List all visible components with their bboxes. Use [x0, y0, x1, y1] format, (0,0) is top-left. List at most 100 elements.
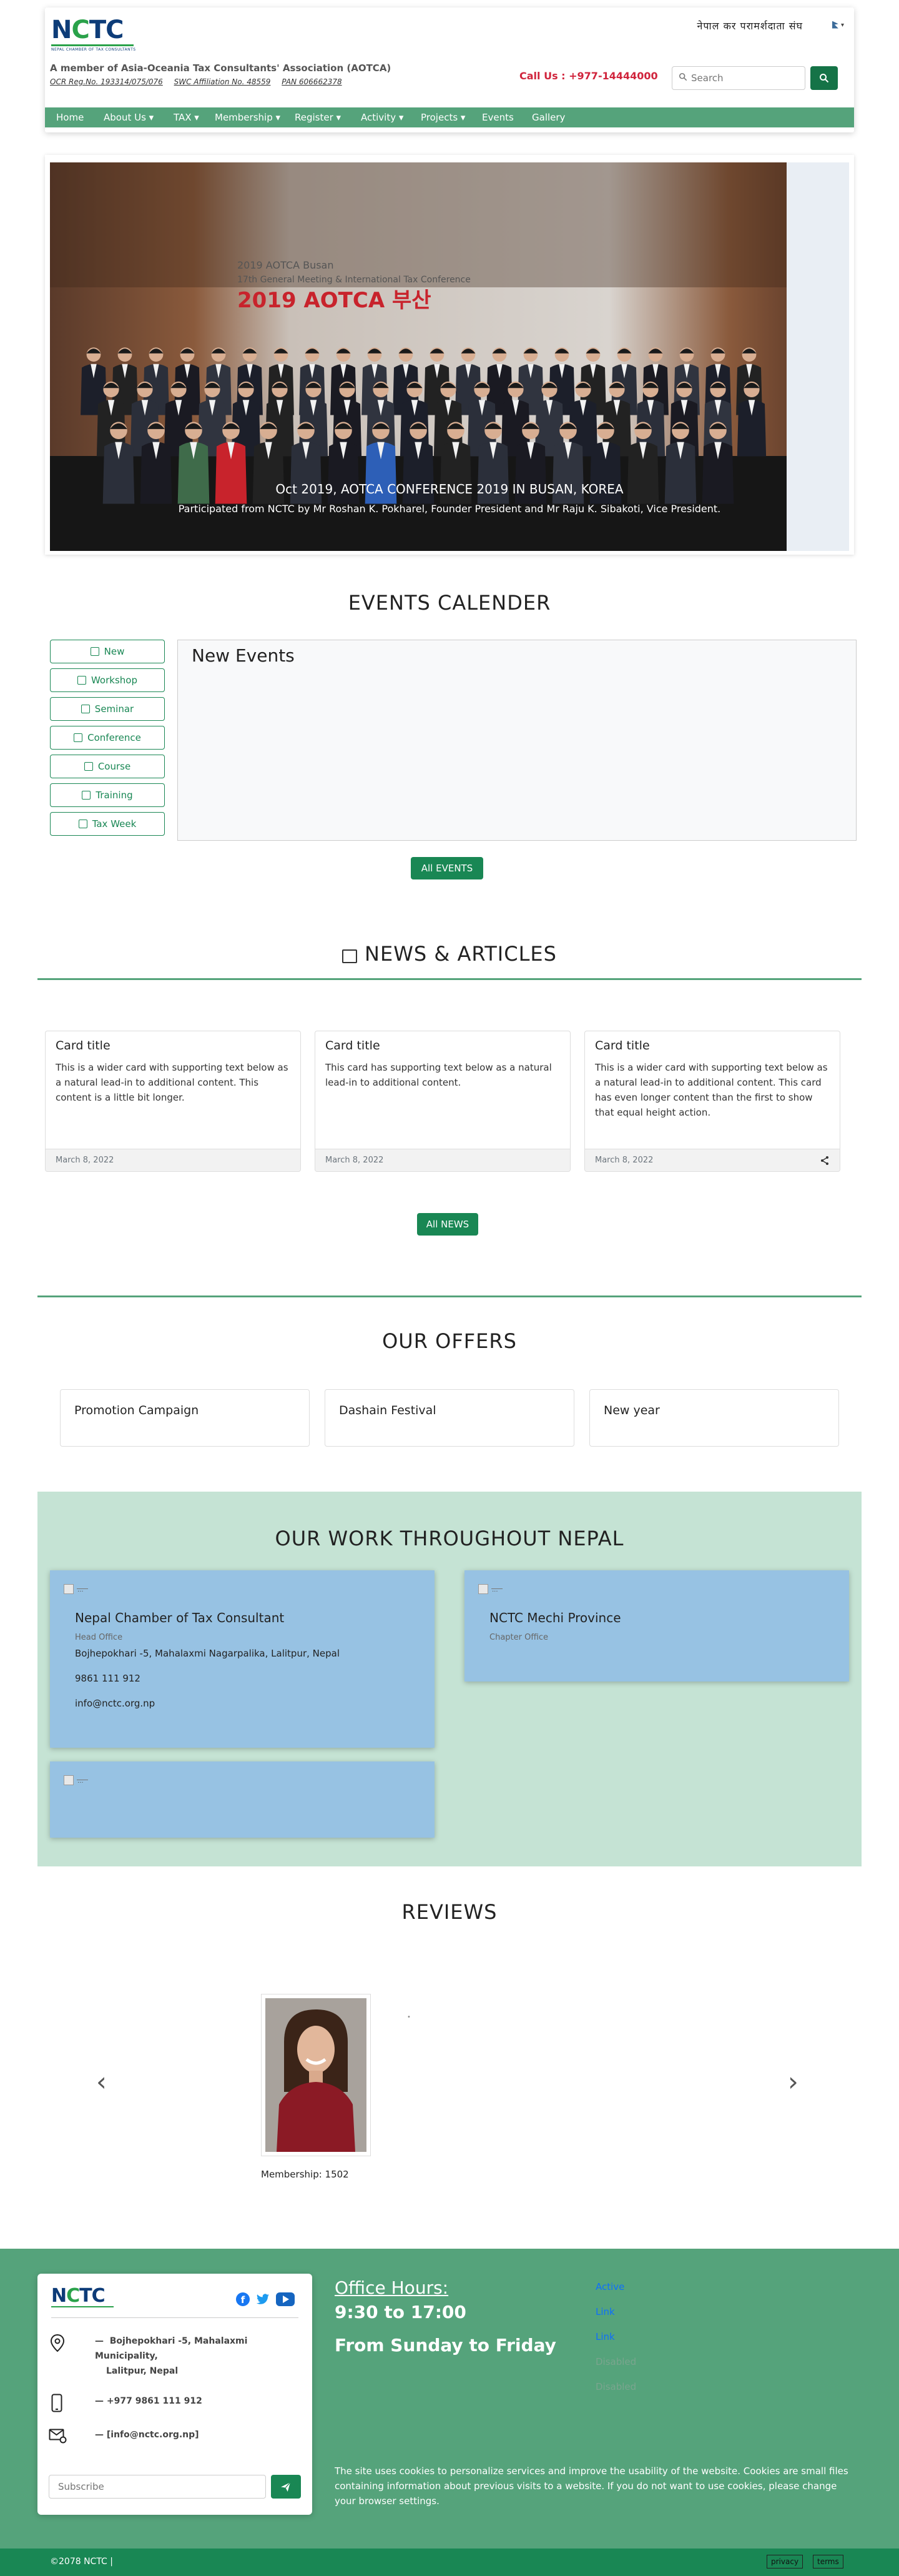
- membership-number: Membership: 1502: [261, 2169, 349, 2180]
- flag-icon: [832, 21, 838, 29]
- office-card[interactable]: ...: [50, 1761, 435, 1838]
- office-subtitle: Head Office: [75, 1633, 123, 1642]
- nav-home[interactable]: Home: [56, 112, 84, 123]
- news-card-footer: March 8, 2022: [585, 1149, 840, 1171]
- ocr-reg[interactable]: OCR Reg.No. 193314/075/076: [50, 77, 163, 86]
- page: NCTC NEPAL CHAMBER OF TAX CONSULTANTS A …: [0, 0, 899, 2576]
- category-training-button[interactable]: Training: [50, 783, 165, 807]
- nav-activity[interactable]: Activity ▾: [361, 112, 403, 123]
- carousel-dot[interactable]: •: [407, 2014, 411, 2021]
- news-card[interactable]: Card title This is a wider card with sup…: [45, 1031, 301, 1172]
- news-card-footer: March 8, 2022: [46, 1149, 300, 1171]
- cookie-notice: The site uses cookies to personalize ser…: [335, 2465, 848, 2507]
- conference-photo: 2019 AOTCA Busan 17th General Meeting & …: [50, 162, 849, 551]
- nav-projects[interactable]: Projects ▾: [421, 112, 465, 123]
- nav-membership[interactable]: Membership ▾: [215, 112, 280, 123]
- workshop-icon: [77, 676, 86, 685]
- office-card[interactable]: ... Nepal Chamber of Tax Consultant Head…: [50, 1570, 435, 1748]
- search-input[interactable]: [691, 71, 801, 86]
- registration-line: OCR Reg.No. 193314/075/076 SWC Affiliati…: [50, 77, 351, 86]
- chevron-left-icon[interactable]: ‹: [96, 2066, 107, 2097]
- banner-line-2: 17th General Meeting & International Tax…: [237, 275, 471, 285]
- offer-card[interactable]: Promotion Campaign: [60, 1389, 310, 1447]
- training-icon: [82, 791, 91, 800]
- offers-divider: [37, 1295, 862, 1297]
- news-title: NEWS & ARTICLES: [365, 942, 557, 966]
- office-card[interactable]: ... NCTC Mechi Province Chapter Office: [464, 1570, 849, 1682]
- pan-number[interactable]: PAN 606662378: [282, 77, 341, 86]
- send-icon: [281, 2482, 291, 2492]
- category-workshop-button[interactable]: Workshop: [50, 668, 165, 692]
- news-card-footer: March 8, 2022: [315, 1149, 570, 1171]
- nav-events[interactable]: Events: [482, 112, 514, 123]
- news-divider: [37, 978, 862, 980]
- footer-link[interactable]: Link: [596, 2331, 615, 2342]
- offers-title: OUR OFFERS: [382, 1329, 517, 1353]
- youtube-icon[interactable]: [276, 2292, 295, 2306]
- search-icon: [679, 72, 687, 81]
- broken-image-icon: [64, 1775, 88, 1785]
- twitter-icon[interactable]: [255, 2292, 271, 2306]
- share-icon[interactable]: [820, 1156, 830, 1166]
- news-card-title: Card title: [325, 1039, 380, 1053]
- footer-phone[interactable]: — +977 9861 111 912: [95, 2396, 202, 2406]
- nctc-logo[interactable]: NCTC NEPAL CHAMBER OF TAX CONSULTANTS: [51, 16, 139, 56]
- footer-link-disabled: Disabled: [596, 2356, 637, 2367]
- all-events-button[interactable]: All EVENTS: [411, 857, 483, 879]
- privacy-link[interactable]: privacy: [767, 2555, 803, 2569]
- copyright-text: ©2078 NCTC |: [50, 2557, 114, 2567]
- nav-tax[interactable]: TAX ▾: [174, 112, 199, 123]
- footer-link-active[interactable]: Active: [596, 2281, 624, 2292]
- broken-image-icon: [64, 1584, 88, 1594]
- card-divider: [51, 2317, 298, 2318]
- call-us-text[interactable]: Call Us : +977-14444000: [519, 70, 658, 82]
- events-title: EVENTS CALENDER: [348, 591, 551, 615]
- news-heading: NEWS & ARTICLES: [0, 942, 899, 966]
- news-card-text: This is a wider card with supporting tex…: [595, 1062, 828, 1118]
- bottom-bar: ©2078 NCTC | privacy terms: [0, 2549, 899, 2576]
- category-course-button[interactable]: Course: [50, 755, 165, 778]
- banner-line-3: 2019 AOTCA 부산: [237, 288, 431, 313]
- chevron-right-icon[interactable]: ›: [788, 2066, 798, 2097]
- nepali-title: नेपाल कर परामर्शदाता संघ: [697, 20, 803, 32]
- all-news-button[interactable]: All NEWS: [417, 1213, 478, 1236]
- news-card-title: Card title: [595, 1039, 650, 1053]
- chevron-down-icon: ▾: [840, 22, 844, 29]
- category-conference-button[interactable]: Conference: [50, 726, 165, 750]
- language-switcher[interactable]: ▾: [832, 20, 844, 29]
- swc-affiliation[interactable]: SWC Affiliation No. 48559: [174, 77, 271, 86]
- footer-email[interactable]: — [info@nctc.org.np]: [95, 2430, 199, 2440]
- news-card-text: This is a wider card with supporting tex…: [56, 1062, 288, 1103]
- logo-subtitle: NEPAL CHAMBER OF TAX CONSULTANTS: [51, 47, 136, 52]
- aotca-member-line: A member of Asia-Oceania Tax Consultants…: [50, 62, 391, 74]
- footer-link[interactable]: Link: [596, 2306, 615, 2317]
- facebook-icon[interactable]: f: [236, 2292, 250, 2306]
- office-hours-days: From Sunday to Friday: [335, 2335, 556, 2356]
- banner-line-1: 2019 AOTCA Busan: [237, 259, 334, 271]
- carousel-caption-title: Oct 2019, AOTCA CONFERENCE 2019 IN BUSAN…: [275, 482, 624, 497]
- category-taxweek-button[interactable]: Tax Week: [50, 812, 165, 836]
- category-new-button[interactable]: New: [50, 640, 165, 663]
- avatar: [265, 1998, 366, 2152]
- nav-about-us[interactable]: About Us ▾: [104, 112, 154, 123]
- course-icon: [84, 762, 93, 771]
- newspaper-icon: [342, 949, 358, 963]
- offer-card[interactable]: Dashain Festival: [325, 1389, 574, 1447]
- category-seminar-button[interactable]: Seminar: [50, 697, 165, 721]
- footer-logo[interactable]: NCTC: [51, 2286, 114, 2307]
- phone-icon: [51, 2394, 62, 2412]
- taxweek-icon: [78, 820, 87, 828]
- search-box: [672, 66, 805, 90]
- nav-register[interactable]: Register ▾: [295, 112, 341, 123]
- nav-gallery[interactable]: Gallery: [532, 112, 565, 123]
- news-card[interactable]: Card title This is a wider card with sup…: [584, 1031, 840, 1172]
- terms-link[interactable]: terms: [813, 2555, 843, 2569]
- subscribe-button[interactable]: [271, 2475, 301, 2499]
- news-card[interactable]: Card title This card has supporting text…: [315, 1031, 571, 1172]
- search-button[interactable]: [810, 66, 838, 90]
- offer-title: New year: [604, 1404, 660, 1417]
- offer-title: Dashain Festival: [339, 1404, 436, 1417]
- hero-carousel[interactable]: 2019 AOTCA Busan 17th General Meeting & …: [45, 155, 854, 555]
- offer-card[interactable]: New year: [589, 1389, 839, 1447]
- subscribe-input[interactable]: [49, 2475, 266, 2499]
